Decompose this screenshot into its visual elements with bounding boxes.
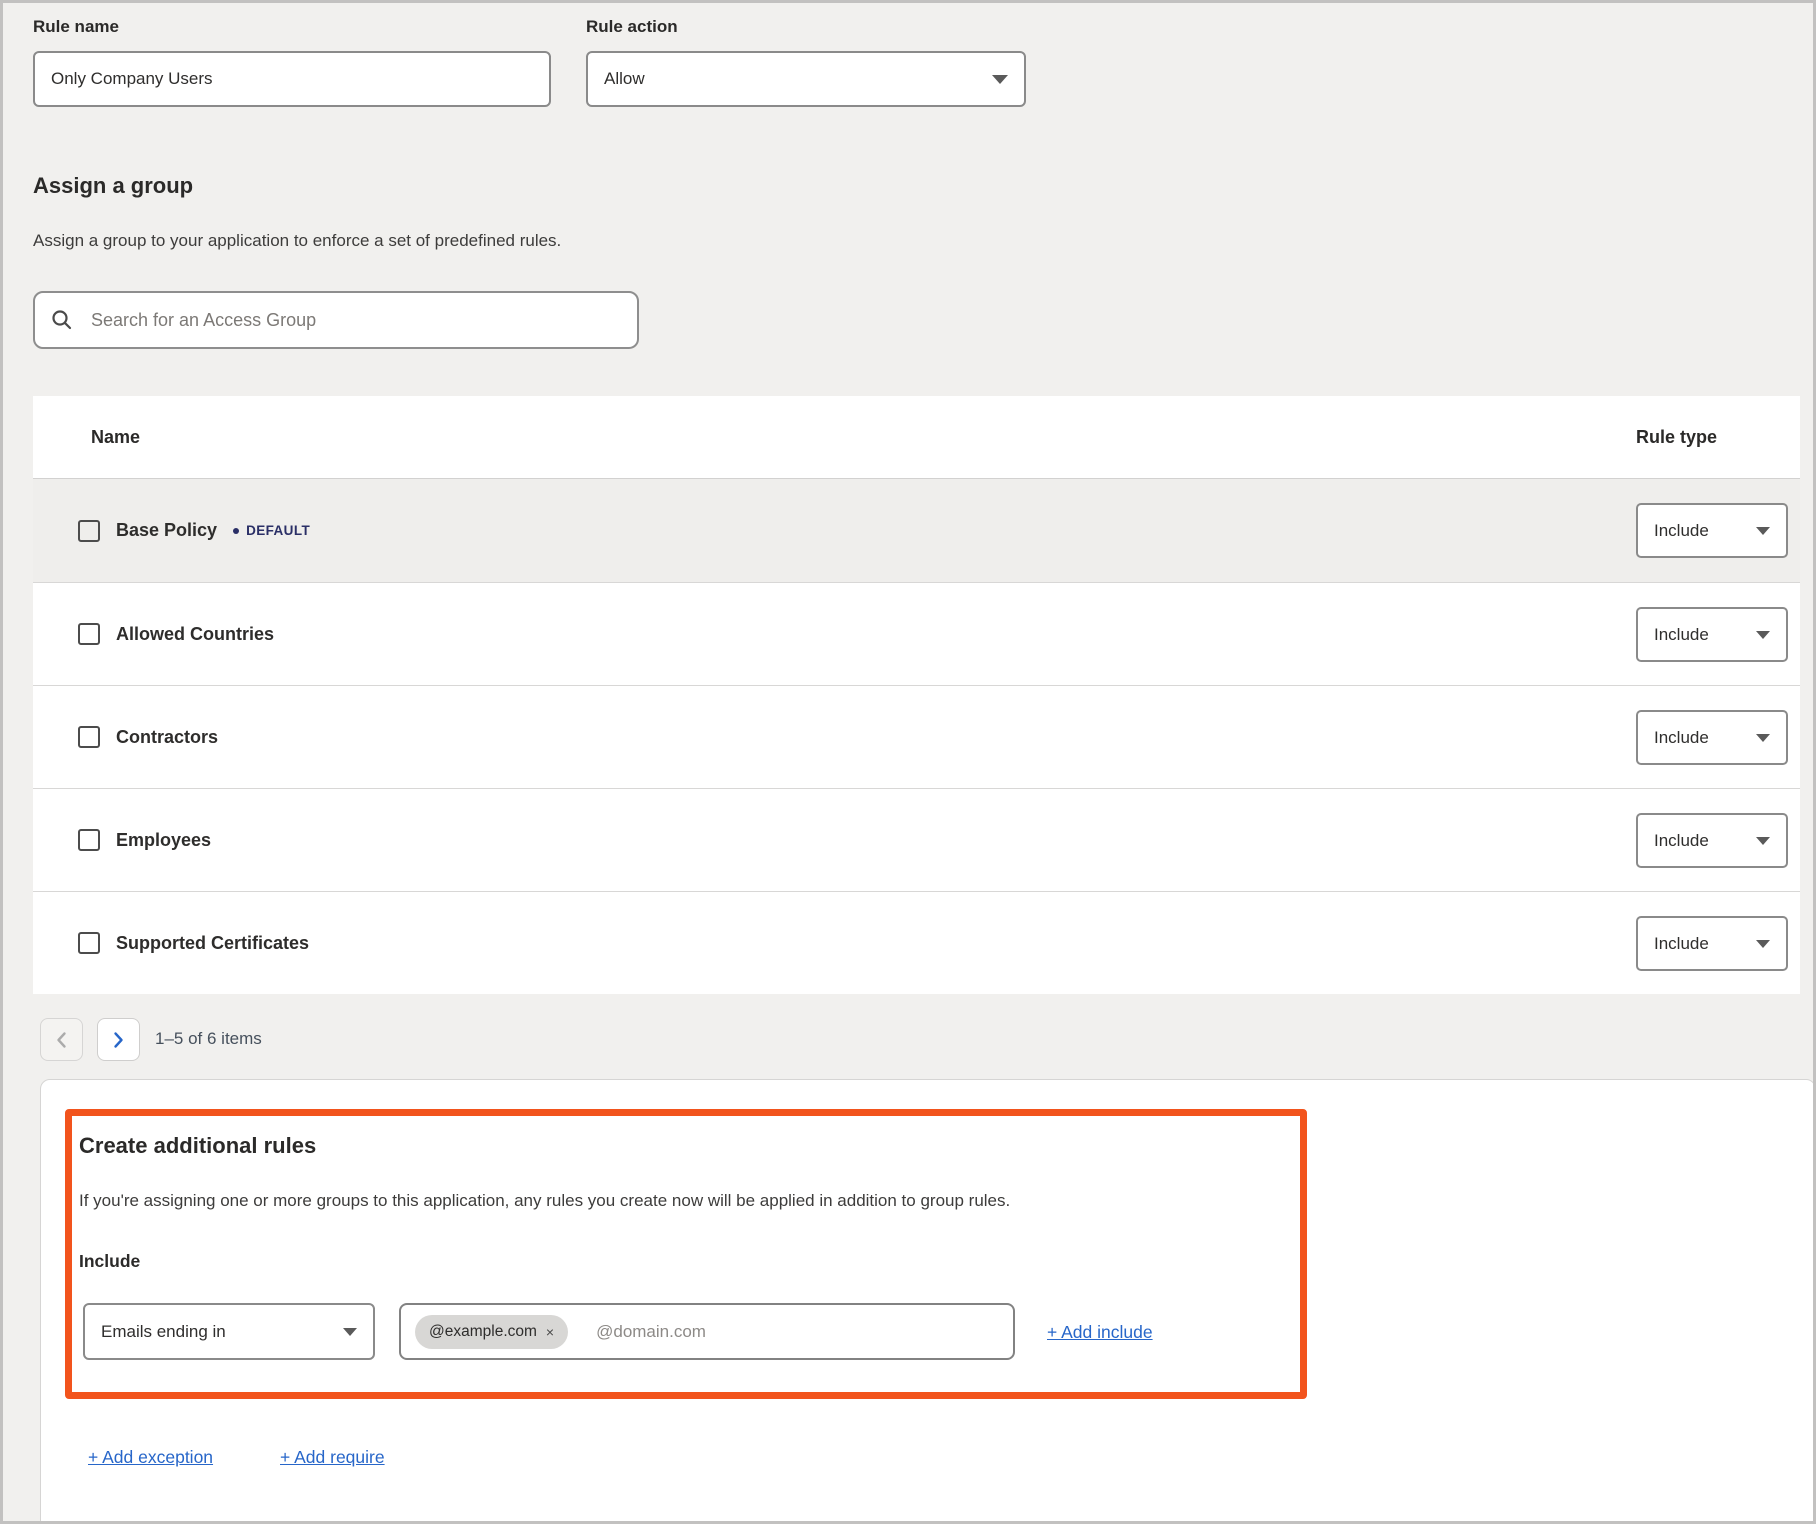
search-icon bbox=[51, 309, 73, 331]
additional-rules-title: Create additional rules bbox=[79, 1133, 316, 1159]
chevron-down-icon bbox=[1756, 940, 1770, 948]
chevron-down-icon bbox=[992, 75, 1008, 84]
table-header: Name Rule type bbox=[33, 396, 1800, 479]
table-body: Base Policy DEFAULT Include Allowed Coun… bbox=[33, 479, 1800, 994]
add-require-link[interactable]: + Add require bbox=[280, 1447, 385, 1468]
table-row: Employees Include bbox=[33, 788, 1800, 891]
rule-type-value: Include bbox=[1654, 625, 1709, 645]
remove-chip-icon[interactable]: × bbox=[546, 1325, 554, 1339]
rule-type-value: Include bbox=[1654, 831, 1709, 851]
row-checkbox[interactable] bbox=[78, 932, 100, 954]
include-criteria-select[interactable]: Emails ending in bbox=[83, 1303, 375, 1360]
chevron-left-icon bbox=[56, 1031, 67, 1049]
default-badge: DEFAULT bbox=[233, 523, 310, 538]
rule-type-select[interactable]: Include bbox=[1636, 607, 1788, 662]
table-row: Contractors Include bbox=[33, 685, 1800, 788]
access-group-search[interactable] bbox=[33, 291, 639, 349]
search-input[interactable] bbox=[89, 309, 621, 332]
rule-name-input[interactable] bbox=[33, 51, 551, 107]
chevron-down-icon bbox=[1756, 734, 1770, 742]
row-checkbox[interactable] bbox=[78, 520, 100, 542]
assign-group-title: Assign a group bbox=[33, 173, 193, 199]
email-domain-chip: @example.com × bbox=[415, 1315, 568, 1349]
access-rule-editor-page: Rule name Rule action Allow Assign a gro… bbox=[0, 0, 1816, 1524]
badge-dot-icon bbox=[233, 528, 239, 534]
assign-group-description: Assign a group to your application to en… bbox=[33, 231, 561, 251]
chevron-down-icon bbox=[1756, 527, 1770, 535]
rule-type-value: Include bbox=[1654, 728, 1709, 748]
rule-action-value: Allow bbox=[604, 69, 645, 89]
pagination-summary: 1–5 of 6 items bbox=[155, 1029, 262, 1049]
column-header-name: Name bbox=[91, 427, 140, 448]
chevron-right-icon bbox=[113, 1031, 124, 1049]
table-row: Base Policy DEFAULT Include bbox=[33, 479, 1800, 582]
add-exception-link[interactable]: + Add exception bbox=[88, 1447, 213, 1468]
include-criteria-value: Emails ending in bbox=[101, 1322, 226, 1342]
chevron-down-icon bbox=[1756, 837, 1770, 845]
email-domain-tag-input[interactable]: @example.com × bbox=[399, 1303, 1015, 1360]
group-name: Allowed Countries bbox=[116, 624, 274, 645]
group-name: Employees bbox=[116, 830, 211, 851]
rule-action-label: Rule action bbox=[586, 17, 678, 37]
group-name: Base Policy bbox=[116, 520, 217, 541]
rule-type-select[interactable]: Include bbox=[1636, 916, 1788, 971]
chevron-down-icon bbox=[1756, 631, 1770, 639]
column-header-rule-type: Rule type bbox=[1636, 427, 1717, 448]
rule-name-label: Rule name bbox=[33, 17, 119, 37]
add-include-link[interactable]: + Add include bbox=[1047, 1322, 1153, 1343]
row-checkbox[interactable] bbox=[78, 829, 100, 851]
previous-page-button[interactable] bbox=[40, 1018, 83, 1061]
rule-type-select[interactable]: Include bbox=[1636, 710, 1788, 765]
row-checkbox[interactable] bbox=[78, 726, 100, 748]
rule-action-select[interactable]: Allow bbox=[586, 51, 1026, 107]
chevron-down-icon bbox=[343, 1328, 357, 1336]
rule-type-select[interactable]: Include bbox=[1636, 503, 1788, 558]
access-groups-table: Name Rule type Base Policy DEFAULT Inclu… bbox=[33, 396, 1800, 994]
table-row: Allowed Countries Include bbox=[33, 582, 1800, 685]
additional-rules-description: If you're assigning one or more groups t… bbox=[79, 1191, 1010, 1211]
rule-type-value: Include bbox=[1654, 521, 1709, 541]
rule-type-select[interactable]: Include bbox=[1636, 813, 1788, 868]
next-page-button[interactable] bbox=[97, 1018, 140, 1061]
include-label: Include bbox=[79, 1251, 140, 1272]
row-checkbox[interactable] bbox=[78, 623, 100, 645]
table-row: Supported Certificates Include bbox=[33, 891, 1800, 994]
email-domain-input[interactable] bbox=[594, 1321, 999, 1343]
rule-type-value: Include bbox=[1654, 934, 1709, 954]
badge-label: DEFAULT bbox=[246, 523, 310, 538]
group-name: Contractors bbox=[116, 727, 218, 748]
chip-label: @example.com bbox=[429, 1323, 537, 1341]
group-name: Supported Certificates bbox=[116, 933, 309, 954]
